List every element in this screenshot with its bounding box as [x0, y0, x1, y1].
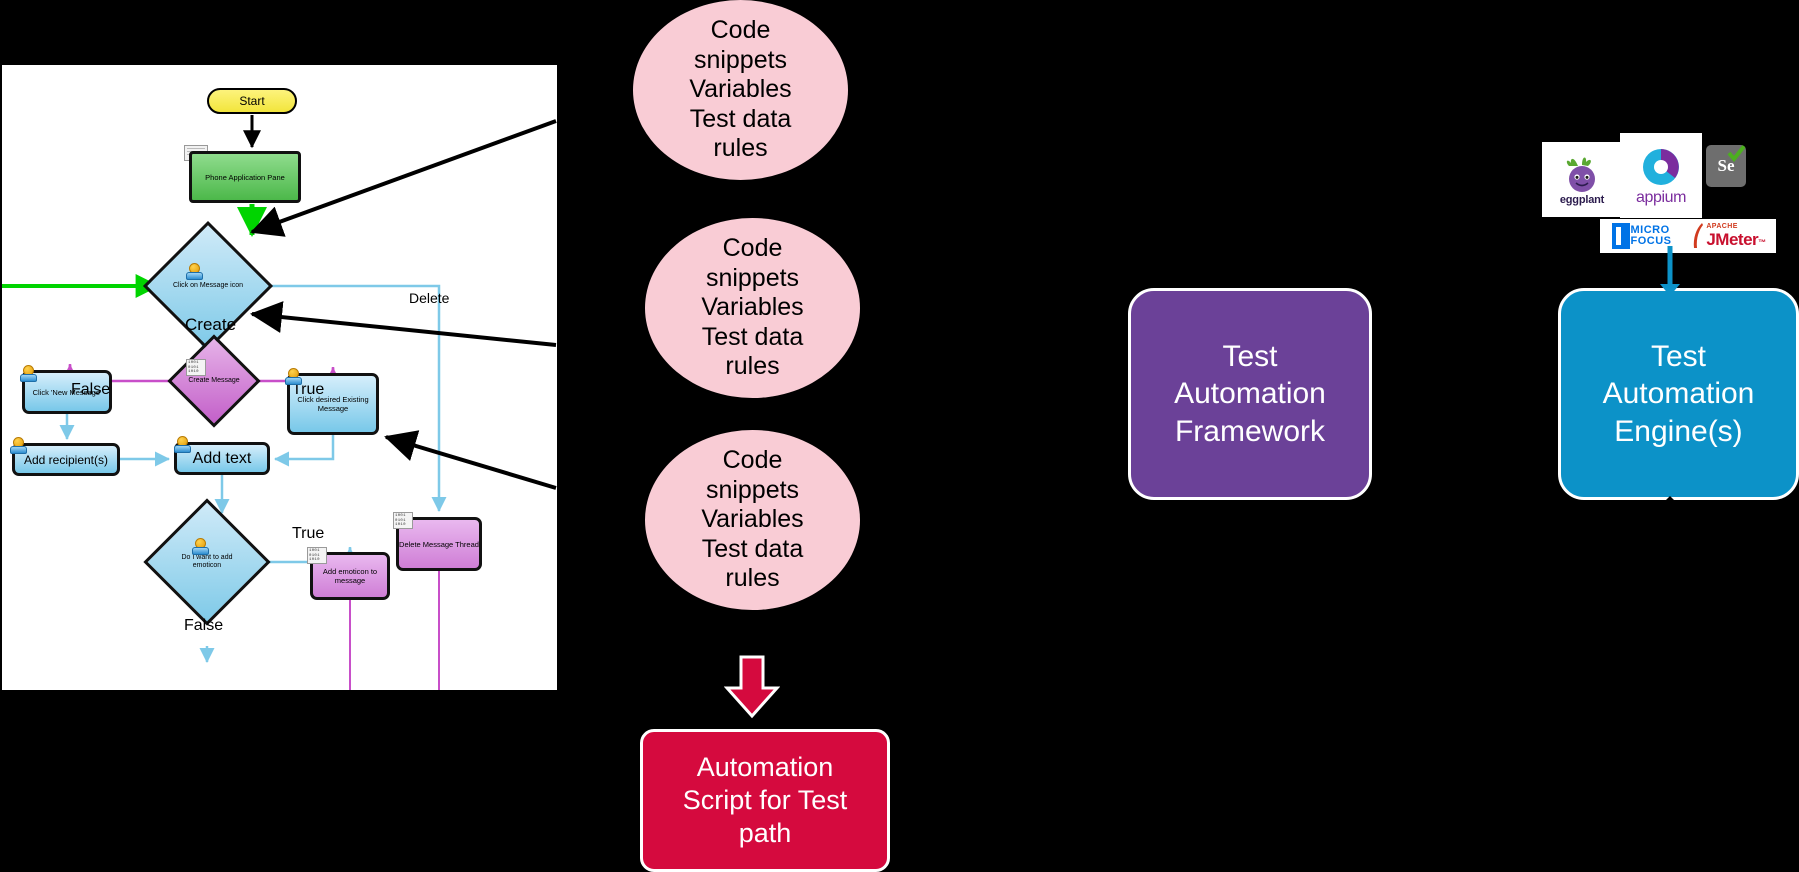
actor-icon	[186, 263, 203, 280]
code-data-icon: 1001 0101 1010	[393, 512, 413, 529]
test-automation-framework-box: Test Automation Framework	[1128, 288, 1372, 500]
node-label: Do I want to add emoticon	[181, 553, 233, 569]
node-label: Create Message	[188, 376, 240, 384]
down-arrow-icon	[724, 655, 780, 719]
engine-label: Test Automation Engine(s)	[1602, 339, 1755, 448]
edge-label-false-create: False	[71, 381, 111, 398]
edge-label-true-emoticon: True	[292, 525, 325, 542]
diagram-canvas: Start Phone Application Pane Click on Me…	[0, 0, 1799, 872]
snippet-circle-text: Code snippets Variables Test data rules	[689, 16, 792, 163]
node-want-emoticon: Do I want to add emoticon	[143, 498, 271, 626]
jmeter-wordmark: JMeter™	[1706, 229, 1766, 249]
framework-label: Test Automation Framework	[1174, 339, 1326, 448]
micro-focus-icon	[1611, 223, 1630, 249]
eggplant-wordmark: eggplant	[1559, 193, 1605, 206]
actor-icon	[10, 437, 27, 454]
logos-to-engine-arrow	[1660, 246, 1680, 296]
apache-wordmark: APACHE	[1706, 222, 1738, 230]
automation-script-label: Automation Script for Test path	[682, 752, 848, 848]
edge-label-delete: Delete	[409, 290, 450, 306]
appium-icon	[1643, 148, 1679, 185]
appium-wordmark: appium	[1635, 188, 1687, 206]
actor-icon	[174, 436, 191, 453]
node-create-message: Create Message	[167, 334, 261, 428]
test-path-flowchart-panel: Start Phone Application Pane Click on Me…	[2, 65, 557, 690]
code-data-icon: 1001 0101 1010	[186, 359, 206, 376]
eggplant-icon	[1566, 156, 1595, 192]
test-automation-engine-box: Test Automation Engine(s)	[1558, 288, 1799, 500]
engine-box-pointer	[1650, 496, 1690, 516]
page-title: Test automation script generation overvi…	[0, 21, 1, 22]
appium-logo: appium	[1620, 133, 1702, 218]
actor-icon	[20, 365, 37, 382]
snippet-circle-2: Code snippets Variables Test data rules	[645, 218, 860, 398]
edge-label-false-emoticon: False	[184, 617, 224, 634]
node-label: Click on Message icon	[172, 281, 244, 289]
snippet-circle-text: Code snippets Variables Test data rules	[701, 234, 804, 381]
node-phone-application-pane: Phone Application Pane	[189, 151, 301, 203]
automation-script-box: Automation Script for Test path	[640, 729, 890, 872]
check-icon	[1727, 145, 1746, 163]
code-data-icon: 1001 0101 1010	[307, 547, 327, 564]
selenium-logo: Se	[1706, 145, 1746, 187]
snippet-circle-text: Code snippets Variables Test data rules	[701, 446, 804, 593]
actor-icon	[192, 538, 209, 555]
engine-logos: eggplant appium Se MICRO FOCUS APACHE JM…	[1542, 133, 1792, 253]
snippet-circle-3: Code snippets Variables Test data rules	[645, 430, 860, 610]
micro-focus-wordmark: MICRO FOCUS	[1630, 224, 1672, 247]
node-add-recipients: Add recipient(s)	[12, 443, 120, 476]
eggplant-logo: eggplant	[1542, 142, 1622, 217]
node-start: Start	[207, 88, 297, 114]
actor-icon	[285, 368, 302, 385]
snippet-circle-1: Code snippets Variables Test data rules	[633, 0, 848, 180]
edge-label-create: Create	[185, 315, 237, 334]
